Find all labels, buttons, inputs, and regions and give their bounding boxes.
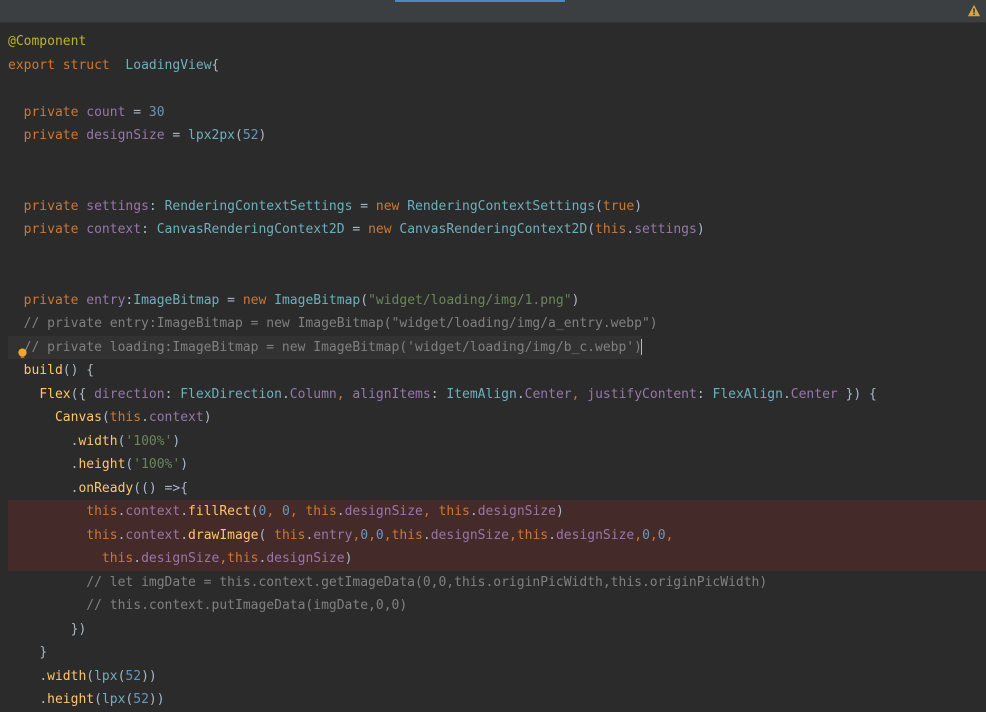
code-line: @Component [8, 30, 986, 54]
blank-line [8, 242, 986, 266]
code-line: .height(lpx(52)) [8, 688, 986, 712]
code-line: private context: CanvasRenderingContext2… [8, 218, 986, 242]
code-line: export struct LoadingView{ [8, 54, 986, 78]
comment-line: // private entry:ImageBitmap = new Image… [8, 312, 986, 336]
code-line: .width(lpx(52)) [8, 665, 986, 689]
decorator: @Component [8, 34, 86, 49]
comment-line: // private loading:ImageBitmap = new Ima… [8, 336, 986, 360]
blank-line [8, 77, 986, 101]
tab-strip [0, 0, 986, 23]
comment-line: // this.context.putImageData(imgDate,0,0… [8, 594, 986, 618]
code-editor[interactable]: @Component export struct LoadingView{ pr… [0, 23, 986, 712]
code-line: .onReady(() =>{ [8, 477, 986, 501]
text-cursor [641, 339, 642, 355]
code-line: } [8, 641, 986, 665]
code-line: private entry:ImageBitmap = new ImageBit… [8, 289, 986, 313]
code-line: private settings: RenderingContextSettin… [8, 195, 986, 219]
active-tab-indicator [395, 0, 565, 2]
code-line-error: this.context.fillRect(0, 0, this.designS… [8, 500, 986, 524]
lightbulb-icon[interactable] [17, 348, 28, 359]
code-line-error: this.context.drawImage( this.entry,0,0,t… [8, 524, 986, 548]
blank-line [8, 265, 986, 289]
blank-line [8, 171, 986, 195]
code-line: Canvas(this.context) [8, 406, 986, 430]
code-line: .height('100%') [8, 453, 986, 477]
code-line: private designSize = lpx2px(52) [8, 124, 986, 148]
code-line: build() { [8, 359, 986, 383]
code-line: Flex({ direction: FlexDirection.Column, … [8, 383, 986, 407]
warning-icon[interactable] [967, 4, 981, 18]
code-line: private count = 30 [8, 101, 986, 125]
comment-line: // let imgDate = this.context.getImageDa… [8, 571, 986, 595]
code-line: .width('100%') [8, 430, 986, 454]
code-line-error: this.designSize,this.designSize) [8, 547, 986, 571]
blank-line [8, 148, 986, 172]
code-line: }) [8, 618, 986, 642]
class-name: LoadingView [125, 58, 211, 73]
